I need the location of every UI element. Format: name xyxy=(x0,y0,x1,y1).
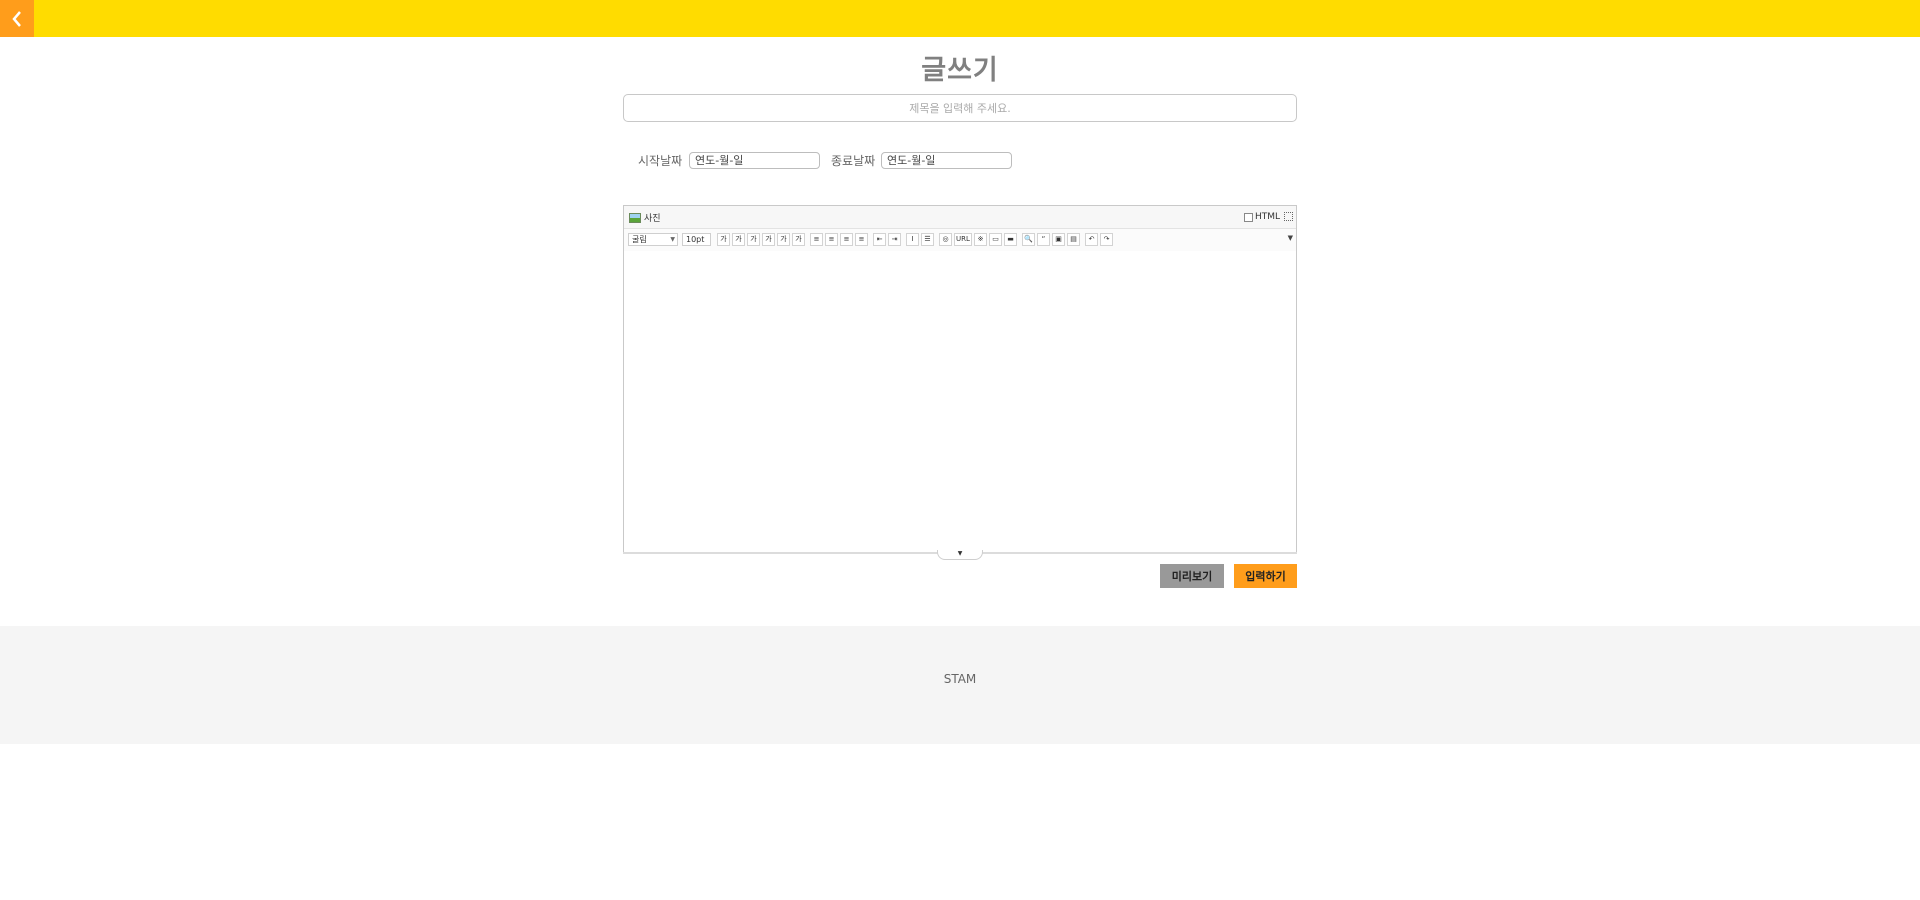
chevron-left-icon xyxy=(12,10,21,27)
dropdown-arrow-icon: ▼ xyxy=(670,236,675,243)
submit-button[interactable]: 입력하기 xyxy=(1234,564,1297,588)
toolbar-find-button[interactable]: 🔍 xyxy=(1022,233,1035,246)
toolbar-special-char-button[interactable]: ※ xyxy=(974,233,987,246)
html-label: HTML xyxy=(1254,212,1280,222)
start-date-input[interactable] xyxy=(689,152,820,169)
resize-handle-icon[interactable]: ▼ xyxy=(937,550,983,560)
toolbar-background-color-button[interactable]: 가 xyxy=(792,233,805,246)
toolbar-save-button[interactable]: ▤ xyxy=(1067,233,1080,246)
image-icon xyxy=(629,212,641,223)
title-input[interactable] xyxy=(623,94,1297,122)
rich-text-editor: 사진 HTML 굴림 ▼ 10pt ▼ 가 가 가 가 가 가 ≡ ≡ ≡ ≡ ⇤ ⇥ Ι ☰ ◎ URL ※ ▭… xyxy=(623,205,1297,553)
top-bar xyxy=(0,0,1920,37)
font-size-value: 10pt xyxy=(686,235,705,244)
footer-text: STAM xyxy=(943,672,977,686)
toolbar-image-button[interactable]: ▣ xyxy=(1052,233,1065,246)
toolbar-quote-button[interactable]: “ xyxy=(1037,233,1050,246)
toolbar-url-button[interactable]: URL xyxy=(954,233,972,246)
toolbar-table-button[interactable]: ▭ xyxy=(989,233,1002,246)
back-button[interactable] xyxy=(0,0,34,37)
fullscreen-icon[interactable] xyxy=(1284,212,1293,221)
editor-tabbar: 사진 HTML xyxy=(624,206,1296,229)
font-family-value: 굴림 xyxy=(632,235,647,244)
toolbar-hr-button[interactable]: ▬ xyxy=(1004,233,1017,246)
toolbar-line-height-button[interactable]: Ι xyxy=(906,233,919,246)
html-checkbox[interactable] xyxy=(1243,212,1253,222)
end-date-input[interactable] xyxy=(881,152,1012,169)
toolbar-align-right-button[interactable]: ≡ xyxy=(840,233,853,246)
start-date-label: 시작날짜 xyxy=(638,154,683,168)
editor-content-area[interactable] xyxy=(624,252,1296,536)
toolbar-indent-button[interactable]: ⇥ xyxy=(888,233,901,246)
toolbar-strikethrough-button[interactable]: 가 xyxy=(762,233,775,246)
toolbar-align-justify-button[interactable]: ≡ xyxy=(855,233,868,246)
font-family-select[interactable]: 굴림 ▼ xyxy=(628,233,678,246)
photo-label: 사진 xyxy=(644,214,661,224)
toolbar-bold-button[interactable]: 가 xyxy=(717,233,730,246)
toolbar-undo-button[interactable]: ↶ xyxy=(1085,233,1098,246)
preview-button[interactable]: 미리보기 xyxy=(1160,564,1224,588)
end-date-label: 종료날짜 xyxy=(831,154,876,168)
toolbar-link-button[interactable]: ◎ xyxy=(939,233,952,246)
footer: STAM xyxy=(0,626,1920,744)
editor-toolbar: 굴림 ▼ 10pt ▼ 가 가 가 가 가 가 ≡ ≡ ≡ ≡ ⇤ ⇥ Ι ☰ ◎ URL ※ ▭ ▬ 🔍 “▣ ▤ ↶ ↷ xyxy=(624,229,1296,251)
toolbar-list-button[interactable]: ☰ xyxy=(921,233,934,246)
page-title: 글쓰기 xyxy=(921,55,999,86)
toolbar-outdent-button[interactable]: ⇤ xyxy=(873,233,886,246)
toolbar-redo-button[interactable]: ↷ xyxy=(1100,233,1113,246)
photo-button[interactable]: 사진 xyxy=(629,211,661,224)
toolbar-underline-button[interactable]: 가 xyxy=(732,233,745,246)
toolbar-more-icon[interactable]: ▼ xyxy=(1288,234,1293,242)
font-size-select[interactable]: 10pt xyxy=(682,233,711,246)
toolbar-font-color-button[interactable]: 가 xyxy=(777,233,790,246)
toolbar-align-center-button[interactable]: ≡ xyxy=(825,233,838,246)
html-mode-toggle[interactable]: HTML xyxy=(1243,212,1280,222)
toolbar-align-left-button[interactable]: ≡ xyxy=(810,233,823,246)
toolbar-italic-button[interactable]: 가 xyxy=(747,233,760,246)
